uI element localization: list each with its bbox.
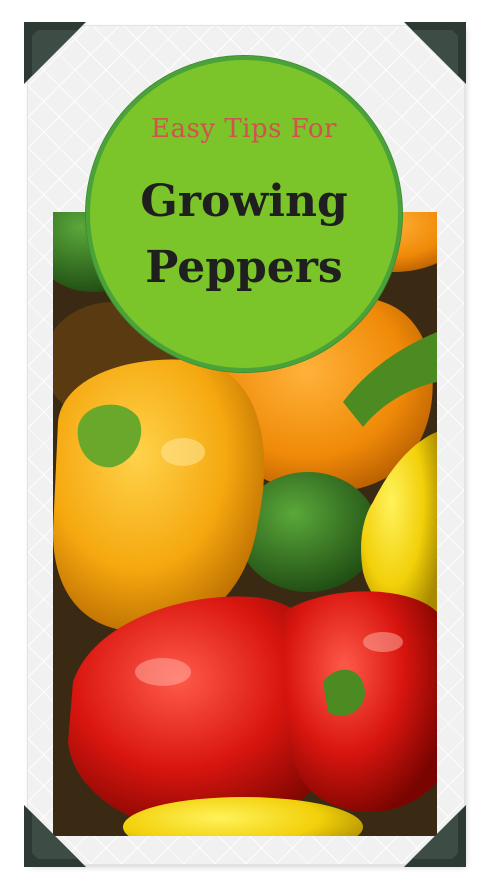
title-badge: Easy Tips For Growing Peppers <box>86 56 402 372</box>
badge-subtitle: Easy Tips For <box>151 114 337 144</box>
photo-corner-icon <box>24 22 86 84</box>
badge-title-line1: Growing <box>140 176 348 227</box>
badge-title-line2: Peppers <box>145 242 343 293</box>
photo-corner-icon <box>24 805 86 867</box>
photo-corner-icon <box>404 22 466 84</box>
photo-corner-icon <box>404 805 466 867</box>
